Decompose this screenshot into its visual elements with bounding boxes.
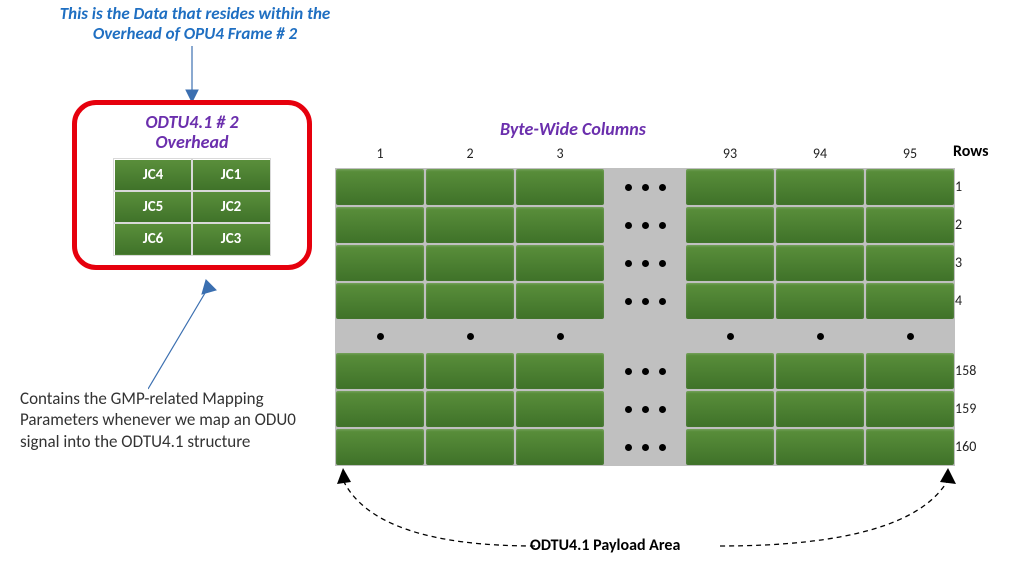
arrow-top-to-overhead <box>180 46 220 104</box>
payload-cell <box>685 206 775 244</box>
jc-cell: JC2 <box>192 191 270 223</box>
col-label: 1 <box>335 145 425 162</box>
jc-cell: JC6 <box>114 223 192 255</box>
ellipsis-col <box>605 352 685 390</box>
payload-cell <box>335 428 425 466</box>
jc-table: JC4 JC1 JC5 JC2 JC6 JC3 <box>114 159 271 256</box>
ellipsis-row <box>335 320 955 352</box>
payload-row <box>335 206 955 244</box>
payload-cell <box>865 244 955 282</box>
byte-wide-columns-title: Byte-Wide Columns <box>500 118 646 140</box>
payload-cell <box>425 428 515 466</box>
col-label: 2 <box>425 145 515 162</box>
dashed-arrow-right <box>710 468 960 548</box>
payload-cell <box>335 206 425 244</box>
row-label: 2 <box>955 216 995 233</box>
row-label: 4 <box>955 292 995 309</box>
ellipsis-dot <box>335 320 425 352</box>
gmp-caption: Contains the GMP-related Mapping Paramet… <box>20 388 330 452</box>
payload-cell <box>515 352 605 390</box>
row-label: 160 <box>955 438 995 455</box>
payload-cell <box>775 206 865 244</box>
payload-cell <box>775 352 865 390</box>
payload-cell <box>775 282 865 320</box>
payload-cell <box>685 352 775 390</box>
overhead-title-line1: ODTU4.1 # 2 <box>146 111 239 133</box>
payload-cell <box>515 244 605 282</box>
payload-cell <box>685 244 775 282</box>
jc-cell: JC4 <box>114 159 192 191</box>
ellipsis-col <box>605 168 685 206</box>
payload-cell <box>865 206 955 244</box>
payload-cell <box>335 352 425 390</box>
odtu-overhead-box: ODTU4.1 # 2 Overhead JC4 JC1 JC5 JC2 JC6… <box>72 100 312 270</box>
jc-cell: JC1 <box>192 159 270 191</box>
overhead-title-line2: Overhead <box>156 131 229 153</box>
payload-cell <box>685 428 775 466</box>
row-label: 158 <box>955 362 995 379</box>
row-label: 159 <box>955 400 995 417</box>
payload-cell <box>685 168 775 206</box>
ellipsis-col <box>605 244 685 282</box>
payload-cell <box>515 282 605 320</box>
payload-cell <box>865 428 955 466</box>
payload-cell <box>775 390 865 428</box>
payload-cell <box>425 390 515 428</box>
payload-cell <box>335 390 425 428</box>
payload-row <box>335 390 955 428</box>
payload-cell <box>425 282 515 320</box>
payload-cell <box>425 206 515 244</box>
jc-cell: JC3 <box>192 223 270 255</box>
col-label: 93 <box>685 145 775 162</box>
payload-cell <box>425 244 515 282</box>
payload-cell <box>865 352 955 390</box>
payload-cell <box>775 168 865 206</box>
row-label: 1 <box>955 178 995 195</box>
ellipsis-col <box>605 282 685 320</box>
payload-cell <box>335 168 425 206</box>
payload-cell <box>425 352 515 390</box>
payload-cell <box>865 282 955 320</box>
payload-cell <box>515 390 605 428</box>
arrow-desc-to-overhead <box>148 274 268 394</box>
payload-cell <box>515 168 605 206</box>
col-label: 94 <box>775 145 865 162</box>
payload-cell <box>425 168 515 206</box>
payload-grid <box>335 168 955 466</box>
ellipsis-dot <box>775 320 865 352</box>
dashed-arrow-left <box>335 468 555 548</box>
payload-row <box>335 168 955 206</box>
payload-cell <box>865 168 955 206</box>
ellipsis-dot <box>515 320 605 352</box>
opu4-caption: This is the Data that resides within the… <box>40 4 350 45</box>
payload-row <box>335 244 955 282</box>
overhead-title: ODTU4.1 # 2 Overhead <box>77 113 307 153</box>
row-label: 3 <box>955 254 995 271</box>
ellipsis-dot <box>685 320 775 352</box>
payload-cell <box>335 244 425 282</box>
payload-cell <box>685 390 775 428</box>
ellipsis-col <box>605 428 685 466</box>
col-label: 95 <box>865 145 955 162</box>
ellipsis-col <box>605 206 685 244</box>
ellipsis-dot <box>425 320 515 352</box>
payload-row <box>335 282 955 320</box>
payload-area-label: ODTU4.1 Payload Area <box>530 536 680 555</box>
payload-cell <box>685 282 775 320</box>
col-label: 3 <box>515 145 605 162</box>
ellipsis-col <box>605 390 685 428</box>
payload-cell <box>515 206 605 244</box>
payload-cell <box>775 428 865 466</box>
ellipsis-dot <box>605 320 685 352</box>
payload-row <box>335 428 955 466</box>
payload-row <box>335 352 955 390</box>
ellipsis-dot <box>865 320 955 352</box>
jc-cell: JC5 <box>114 191 192 223</box>
payload-cell <box>865 390 955 428</box>
payload-cell <box>775 244 865 282</box>
rows-title: Rows <box>953 142 989 161</box>
payload-cell <box>515 428 605 466</box>
payload-cell <box>335 282 425 320</box>
